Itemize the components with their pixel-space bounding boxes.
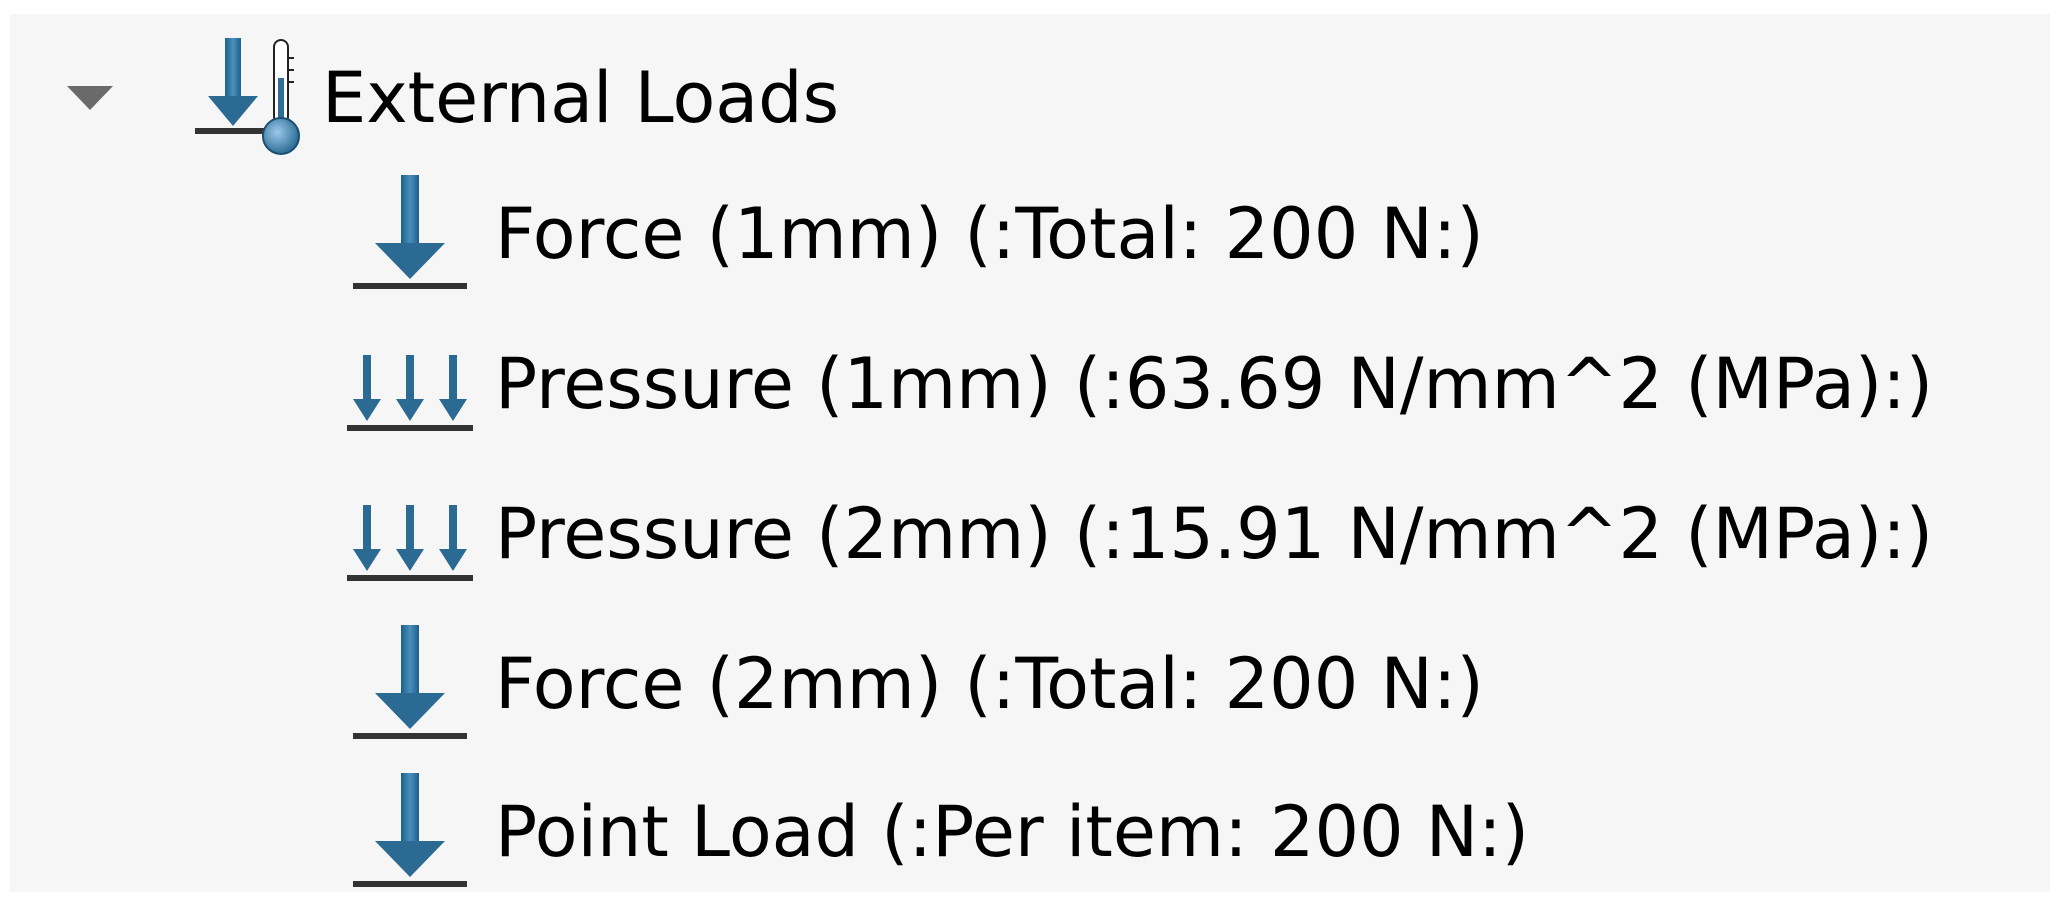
tree-node-label: Force (2mm) (:Total: 200 N:) — [495, 643, 1484, 725]
pressure-icon — [345, 319, 475, 449]
force-icon — [345, 169, 475, 299]
tree-panel: External Loads Force (1mm) (:Total: 200 … — [10, 14, 2050, 892]
tree-node-point-load[interactable]: Point Load (:Per item: 200 N:) — [345, 762, 1529, 902]
tree-node-label: Pressure (2mm) (:15.91 N/mm^2 (MPa):) — [495, 493, 1934, 575]
tree-node-label: External Loads — [322, 57, 840, 139]
feature-tree: External Loads Force (1mm) (:Total: 200 … — [10, 14, 2050, 892]
tree-node-external-loads[interactable]: External Loads — [50, 28, 839, 168]
tree-node-label: Point Load (:Per item: 200 N:) — [495, 791, 1530, 873]
tree-node-force-1mm[interactable]: Force (1mm) (:Total: 200 N:) — [345, 164, 1484, 304]
point-load-icon — [345, 767, 475, 897]
tree-node-pressure-1mm[interactable]: Pressure (1mm) (:63.69 N/mm^2 (MPa):) — [345, 314, 1933, 454]
tree-node-label: Force (1mm) (:Total: 200 N:) — [495, 193, 1484, 275]
force-icon — [345, 619, 475, 749]
external-loads-icon — [190, 38, 310, 158]
tree-node-label: Pressure (1mm) (:63.69 N/mm^2 (MPa):) — [495, 343, 1934, 425]
tree-node-force-2mm[interactable]: Force (2mm) (:Total: 200 N:) — [345, 614, 1484, 754]
pressure-icon — [345, 469, 475, 599]
collapse-arrow-icon[interactable] — [50, 58, 130, 138]
tree-node-pressure-2mm[interactable]: Pressure (2mm) (:15.91 N/mm^2 (MPa):) — [345, 464, 1933, 604]
